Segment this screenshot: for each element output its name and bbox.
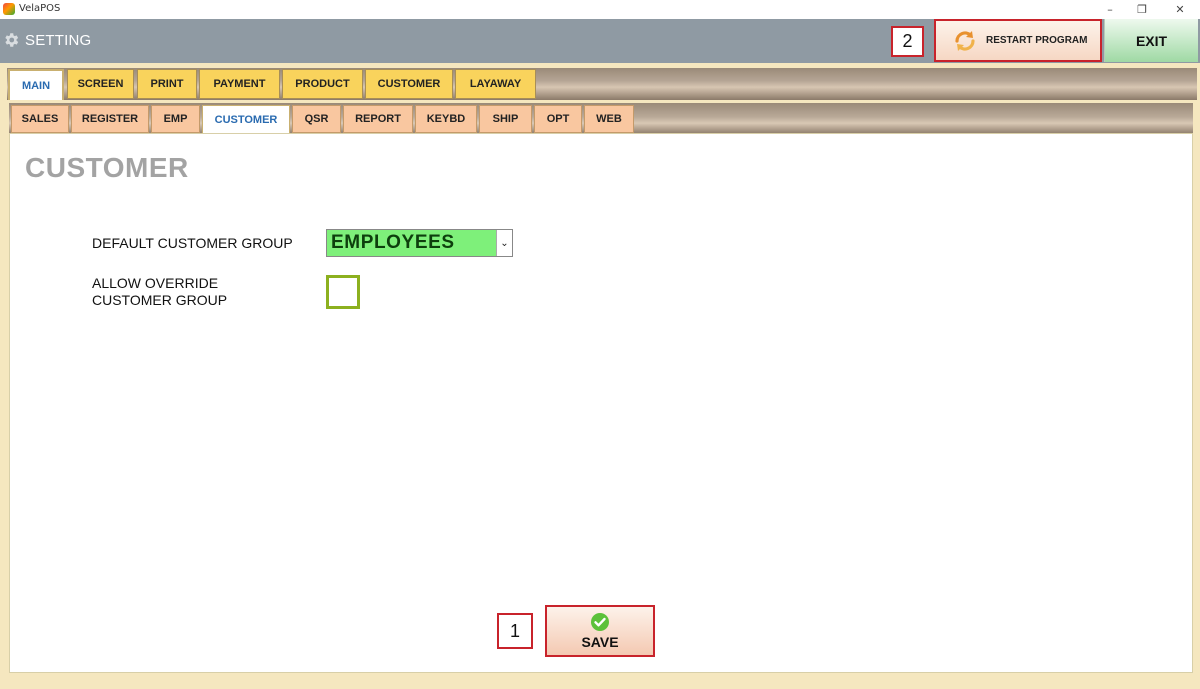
default-customer-group-label: DEFAULT CUSTOMER GROUP [92, 235, 293, 251]
subtab-emp[interactable]: EMP [151, 105, 200, 133]
tab-screen[interactable]: SCREEN [67, 69, 134, 99]
allow-override-label: ALLOW OVERRIDE CUSTOMER GROUP [92, 275, 227, 309]
tab-layaway[interactable]: LAYAWAY [455, 69, 536, 99]
subtab-report[interactable]: REPORT [343, 105, 413, 133]
app-title: VelaPOS [19, 3, 61, 14]
tab-print[interactable]: PRINT [137, 69, 197, 99]
window-titlebar: VelaPOS – ❐ ✕ [0, 0, 1200, 19]
subtab-ship[interactable]: SHIP [479, 105, 532, 133]
tab-main[interactable]: MAIN [8, 69, 64, 100]
restart-callout-badge: 2 [891, 26, 924, 57]
subtab-register[interactable]: REGISTER [71, 105, 149, 133]
app-logo-icon [3, 3, 15, 15]
tab-payment[interactable]: PAYMENT [199, 69, 280, 99]
customer-settings-content [9, 133, 1193, 673]
minimize-button[interactable]: – [1092, 0, 1128, 19]
save-button[interactable]: SAVE [545, 605, 655, 657]
restart-program-button[interactable]: RESTART PROGRAM [934, 19, 1102, 62]
chevron-down-icon[interactable]: ⌄ [496, 230, 512, 256]
restart-icon [955, 30, 975, 51]
save-callout-badge: 1 [497, 613, 533, 649]
allow-override-label-line1: ALLOW OVERRIDE [92, 275, 219, 291]
subtab-keybd[interactable]: KEYBD [415, 105, 477, 133]
tab-customer[interactable]: CUSTOMER [365, 69, 453, 99]
page-title: CUSTOMER [25, 152, 189, 183]
restore-button[interactable]: ❐ [1124, 0, 1160, 19]
subtab-qsr[interactable]: QSR [292, 105, 341, 133]
default-customer-group-value: EMPLOYEES [331, 232, 455, 253]
default-customer-group-select[interactable]: EMPLOYEES ⌄ [326, 229, 513, 257]
tab-product[interactable]: PRODUCT [282, 69, 363, 99]
subtab-customer[interactable]: CUSTOMER [202, 105, 290, 134]
gear-icon [5, 33, 19, 47]
save-label: SAVE [581, 634, 619, 650]
subtab-web[interactable]: WEB [584, 105, 634, 133]
close-button[interactable]: ✕ [1162, 0, 1198, 19]
allow-override-checkbox[interactable] [326, 275, 360, 309]
page-header-title: SETTING [25, 32, 92, 49]
subtab-sales[interactable]: SALES [11, 105, 69, 133]
restart-program-label: RESTART PROGRAM [986, 35, 1088, 46]
checkmark-icon [591, 613, 609, 631]
allow-override-label-line2: CUSTOMER GROUP [92, 292, 228, 308]
subtab-opt[interactable]: OPT [534, 105, 582, 133]
exit-button[interactable]: EXIT [1104, 19, 1198, 62]
